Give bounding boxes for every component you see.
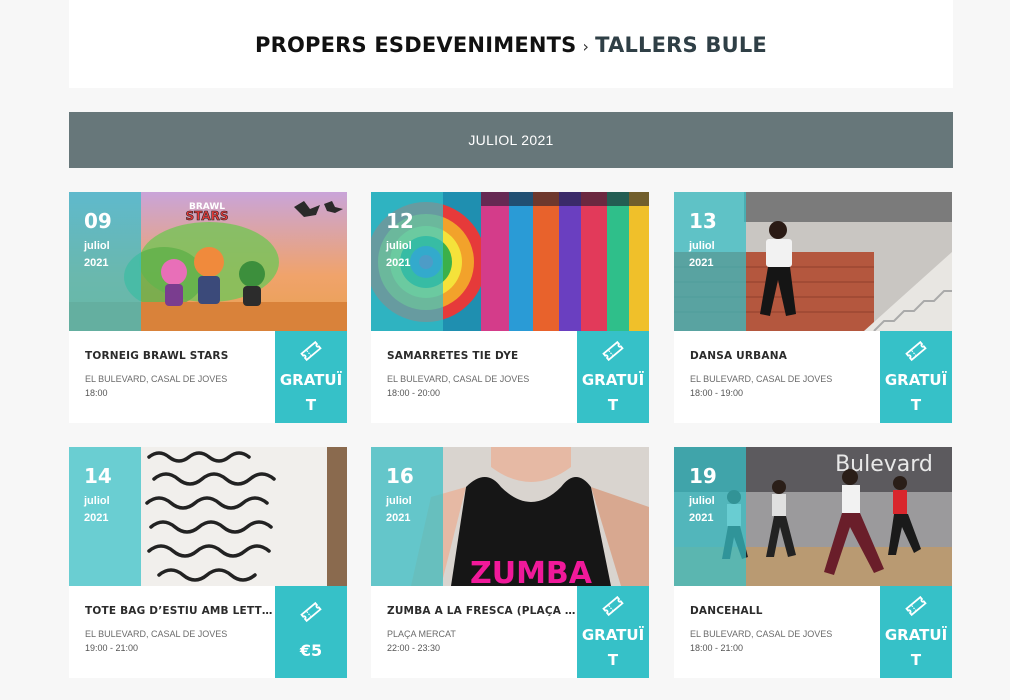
event-venue: PLAÇA MERCAT: [387, 629, 456, 639]
event-venue: EL BULEVARD, CASAL DE JOVES: [690, 629, 833, 639]
event-price: GRATUÏT: [581, 371, 645, 414]
ticket-icon: [300, 340, 322, 362]
svg-text:ZUMBA: ZUMBA: [470, 556, 593, 586]
ticket-icon: [602, 340, 624, 362]
event-time: 18:00: [85, 388, 108, 398]
event-date: 19 juliol 2021: [674, 447, 746, 586]
breadcrumb-parent-link[interactable]: PROPERS ESDEVENIMENTS: [255, 33, 576, 57]
event-price-button[interactable]: GRATUÏT: [577, 586, 649, 678]
event-day: 12: [386, 209, 414, 233]
event-month: juliol: [84, 240, 110, 252]
event-card[interactable]: 12 juliol 2021 SAMARRETES TIE DYE EL BUL…: [371, 192, 649, 423]
event-title[interactable]: TOTE BAG D’ESTIU AMB LETTERING: [85, 605, 277, 617]
event-year: 2021: [386, 257, 411, 269]
event-title[interactable]: DANSA URBANA: [690, 350, 882, 362]
event-date: 16 juliol 2021: [371, 447, 443, 586]
event-title[interactable]: DANCEHALL: [690, 605, 882, 617]
event-price-button[interactable]: €5: [275, 586, 347, 678]
event-price: €5: [299, 641, 323, 660]
event-month: juliol: [386, 495, 412, 507]
event-title[interactable]: SAMARRETES TIE DYE: [387, 350, 579, 362]
event-info: DANCEHALL EL BULEVARD, CASAL DE JOVES 18…: [674, 586, 880, 678]
breadcrumb-header: PROPERS ESDEVENIMENTS › TALLERS BULE: [69, 0, 953, 88]
event-time: 22:00 - 23:30: [387, 643, 441, 653]
event-day: 13: [689, 209, 717, 233]
event-info: TOTE BAG D’ESTIU AMB LETTERING EL BULEVA…: [69, 586, 277, 678]
event-card[interactable]: BRAWL STARS 09 juliol 2021 TORNEIG BRAWL…: [69, 192, 347, 423]
ticket-icon: [905, 340, 927, 362]
event-day: 16: [386, 464, 414, 488]
ticket-icon: [602, 595, 624, 617]
event-venue: EL BULEVARD, CASAL DE JOVES: [387, 374, 530, 384]
event-price-button[interactable]: GRATUÏT: [880, 586, 952, 678]
breadcrumb: PROPERS ESDEVENIMENTS › TALLERS BULE: [255, 33, 767, 57]
event-price: GRATUÏT: [581, 626, 645, 669]
event-month: juliol: [386, 240, 412, 252]
event-month: juliol: [84, 495, 110, 507]
event-card[interactable]: Bulevard 19 juliol 2021 DANCEHALL EL BUL…: [674, 447, 952, 678]
event-day: 14: [84, 464, 112, 488]
event-info: DANSA URBANA EL BULEVARD, CASAL DE JOVES…: [674, 331, 880, 423]
event-year: 2021: [689, 257, 714, 269]
event-info: TORNEIG BRAWL STARS EL BULEVARD, CASAL D…: [69, 331, 275, 423]
event-day: 19: [689, 464, 717, 488]
event-card[interactable]: 14 juliol 2021 TOTE BAG D’ESTIU AMB LETT…: [69, 447, 347, 678]
event-time: 18:00 - 20:00: [387, 388, 441, 398]
event-time: 18:00 - 19:00: [690, 388, 744, 398]
ticket-icon: [300, 601, 322, 623]
event-venue: EL BULEVARD, CASAL DE JOVES: [690, 374, 833, 384]
event-price: GRATUÏT: [279, 371, 343, 414]
month-header: JULIOL 2021: [69, 112, 953, 168]
event-time: 18:00 - 21:00: [690, 643, 744, 653]
event-date: 14 juliol 2021: [69, 447, 141, 586]
event-venue: EL BULEVARD, CASAL DE JOVES: [85, 374, 228, 384]
event-date: 12 juliol 2021: [371, 192, 443, 331]
event-date: 13 juliol 2021: [674, 192, 746, 331]
event-year: 2021: [689, 512, 714, 524]
event-title[interactable]: ZUMBA A LA FRESCA (PLAÇA DEL MERCAT): [387, 605, 579, 617]
event-info: ZUMBA A LA FRESCA (PLAÇA DEL MERCAT) PLA…: [371, 586, 579, 678]
event-price-button[interactable]: GRATUÏT: [577, 331, 649, 423]
event-year: 2021: [84, 512, 109, 524]
event-price: GRATUÏT: [884, 371, 948, 414]
event-price-button[interactable]: GRATUÏT: [880, 331, 952, 423]
ticket-icon: [905, 595, 927, 617]
event-month: juliol: [689, 495, 715, 507]
event-venue: EL BULEVARD, CASAL DE JOVES: [85, 629, 228, 639]
event-year: 2021: [386, 512, 411, 524]
event-time: 19:00 - 21:00: [85, 643, 139, 653]
breadcrumb-current: TALLERS BULE: [595, 33, 767, 57]
event-card[interactable]: 13 juliol 2021 DANSA URBANA EL BULEVARD,…: [674, 192, 952, 423]
event-day: 09: [84, 209, 112, 233]
svg-text:STARS: STARS: [185, 209, 228, 223]
event-title[interactable]: TORNEIG BRAWL STARS: [85, 350, 277, 362]
event-month: juliol: [689, 240, 715, 252]
month-label: JULIOL 2021: [468, 132, 554, 148]
event-info: SAMARRETES TIE DYE EL BULEVARD, CASAL DE…: [371, 331, 577, 423]
event-date: 09 juliol 2021: [69, 192, 141, 331]
event-card[interactable]: ZUMBA 16 juliol 2021 ZUMBA A LA FRESCA (…: [371, 447, 649, 678]
event-price-button[interactable]: GRATUÏT: [275, 331, 347, 423]
breadcrumb-separator: ›: [582, 37, 590, 56]
event-price: GRATUÏT: [884, 626, 948, 669]
event-year: 2021: [84, 257, 109, 269]
